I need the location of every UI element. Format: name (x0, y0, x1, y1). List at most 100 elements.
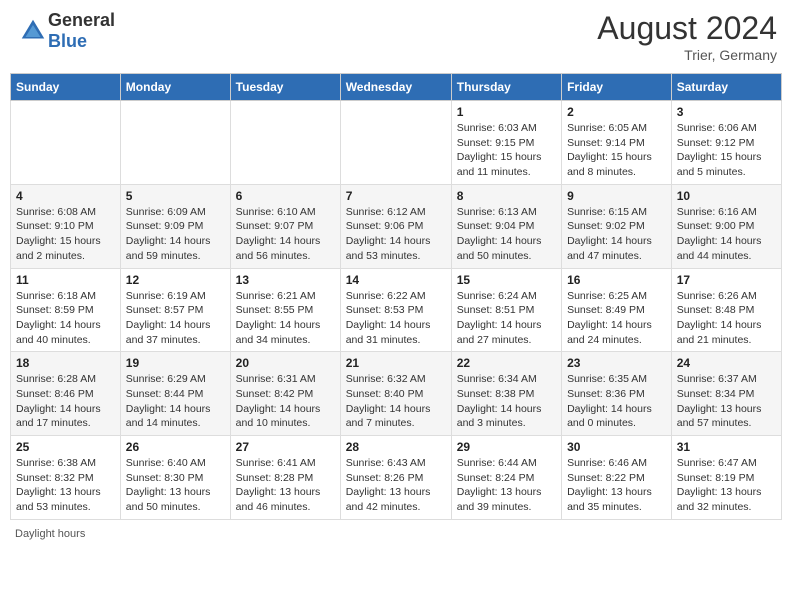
calendar-cell: 19Sunrise: 6:29 AMSunset: 8:44 PMDayligh… (120, 352, 230, 436)
day-info: Sunrise: 6:43 AMSunset: 8:26 PMDaylight:… (346, 456, 446, 515)
weekday-header-row: SundayMondayTuesdayWednesdayThursdayFrid… (11, 74, 782, 101)
day-number: 3 (677, 105, 776, 119)
calendar-week-2: 4 Sunrise: 6:08 AMSunset: 9:10 PMDaylight… (11, 184, 782, 268)
day-number: 31 (677, 440, 776, 454)
day-number: 13 (236, 273, 335, 287)
page-header: General Blue August 2024 Trier, Germany (10, 10, 782, 63)
day-number: 22 (457, 356, 556, 370)
calendar-cell: 2 Sunrise: 6:05 AMSunset: 9:14 PMDaylight… (562, 101, 672, 185)
day-number: 5 (126, 189, 225, 203)
calendar-cell: 14Sunrise: 6:22 AMSunset: 8:53 PMDayligh… (340, 268, 451, 352)
calendar-week-1: 1 Sunrise: 6:03 AMSunset: 9:15 PMDaylight… (11, 101, 782, 185)
generalblue-logo-icon (18, 16, 48, 46)
day-number: 7 (346, 189, 446, 203)
day-number: 2 (567, 105, 666, 119)
day-number: 18 (16, 356, 115, 370)
day-info: Sunrise: 6:26 AMSunset: 8:48 PMDaylight:… (677, 289, 776, 348)
day-info: Sunrise: 6:28 AMSunset: 8:46 PMDaylight:… (16, 372, 115, 431)
day-number: 23 (567, 356, 666, 370)
day-info: Sunrise: 6:06 AMSunset: 9:12 PMDaylight:… (677, 121, 776, 180)
day-info: Sunrise: 6:44 AMSunset: 8:24 PMDaylight:… (457, 456, 556, 515)
day-info: Sunrise: 6:03 AMSunset: 9:15 PMDaylight:… (457, 121, 556, 180)
calendar-cell: 9 Sunrise: 6:15 AMSunset: 9:02 PMDaylight… (562, 184, 672, 268)
day-info: Sunrise: 6:21 AMSunset: 8:55 PMDaylight:… (236, 289, 335, 348)
day-info: Sunrise: 6:05 AMSunset: 9:14 PMDaylight:… (567, 121, 666, 180)
calendar-cell: 27 Sunrise: 6:41 AMSunset: 8:28 PMDayligh… (230, 436, 340, 520)
calendar-cell: 7 Sunrise: 6:12 AMSunset: 9:06 PMDaylight… (340, 184, 451, 268)
calendar-cell: 8 Sunrise: 6:13 AMSunset: 9:04 PMDaylight… (451, 184, 561, 268)
day-number: 4 (16, 189, 115, 203)
calendar-cell: 6 Sunrise: 6:10 AMSunset: 9:07 PMDaylight… (230, 184, 340, 268)
day-number: 27 (236, 440, 335, 454)
day-number: 20 (236, 356, 335, 370)
calendar-cell: 26 Sunrise: 6:40 AMSunset: 8:30 PMDayligh… (120, 436, 230, 520)
day-number: 17 (677, 273, 776, 287)
day-info: Sunrise: 6:31 AMSunset: 8:42 PMDaylight:… (236, 372, 335, 431)
day-number: 11 (16, 273, 115, 287)
weekday-header-monday: Monday (120, 74, 230, 101)
calendar-cell (11, 101, 121, 185)
day-info: Sunrise: 6:12 AMSunset: 9:06 PMDaylight:… (346, 205, 446, 264)
logo-blue-text: Blue (48, 31, 87, 51)
calendar-cell: 23Sunrise: 6:35 AMSunset: 8:36 PMDayligh… (562, 352, 672, 436)
day-info: Sunrise: 6:13 AMSunset: 9:04 PMDaylight:… (457, 205, 556, 264)
calendar-cell: 5 Sunrise: 6:09 AMSunset: 9:09 PMDaylight… (120, 184, 230, 268)
day-number: 29 (457, 440, 556, 454)
day-info: Sunrise: 6:29 AMSunset: 8:44 PMDaylight:… (126, 372, 225, 431)
calendar-cell (120, 101, 230, 185)
logo-general-text: General (48, 10, 115, 30)
day-number: 25 (16, 440, 115, 454)
day-info: Sunrise: 6:32 AMSunset: 8:40 PMDaylight:… (346, 372, 446, 431)
day-number: 26 (126, 440, 225, 454)
calendar-cell: 3 Sunrise: 6:06 AMSunset: 9:12 PMDaylight… (671, 101, 781, 185)
calendar-cell: 25 Sunrise: 6:38 AMSunset: 8:32 PMDayligh… (11, 436, 121, 520)
day-info: Sunrise: 6:15 AMSunset: 9:02 PMDaylight:… (567, 205, 666, 264)
calendar-week-3: 11Sunrise: 6:18 AMSunset: 8:59 PMDayligh… (11, 268, 782, 352)
day-info: Sunrise: 6:40 AMSunset: 8:30 PMDaylight:… (126, 456, 225, 515)
day-info: Sunrise: 6:34 AMSunset: 8:38 PMDaylight:… (457, 372, 556, 431)
day-number: 30 (567, 440, 666, 454)
logo: General Blue (15, 10, 115, 52)
day-info: Sunrise: 6:10 AMSunset: 9:07 PMDaylight:… (236, 205, 335, 264)
weekday-header-friday: Friday (562, 74, 672, 101)
calendar-cell: 4 Sunrise: 6:08 AMSunset: 9:10 PMDaylight… (11, 184, 121, 268)
calendar-cell: 18 Sunrise: 6:28 AMSunset: 8:46 PMDayligh… (11, 352, 121, 436)
calendar-cell (230, 101, 340, 185)
calendar-week-4: 18 Sunrise: 6:28 AMSunset: 8:46 PMDayligh… (11, 352, 782, 436)
day-number: 12 (126, 273, 225, 287)
day-info: Sunrise: 6:09 AMSunset: 9:09 PMDaylight:… (126, 205, 225, 264)
calendar-cell: 29 Sunrise: 6:44 AMSunset: 8:24 PMDayligh… (451, 436, 561, 520)
day-info: Sunrise: 6:22 AMSunset: 8:53 PMDaylight:… (346, 289, 446, 348)
day-info: Sunrise: 6:08 AMSunset: 9:10 PMDaylight:… (16, 205, 115, 264)
day-info: Sunrise: 6:47 AMSunset: 8:19 PMDaylight:… (677, 456, 776, 515)
day-info: Sunrise: 6:38 AMSunset: 8:32 PMDaylight:… (16, 456, 115, 515)
calendar-cell: 31 Sunrise: 6:47 AMSunset: 8:19 PMDayligh… (671, 436, 781, 520)
day-info: Sunrise: 6:25 AMSunset: 8:49 PMDaylight:… (567, 289, 666, 348)
day-number: 1 (457, 105, 556, 119)
day-number: 6 (236, 189, 335, 203)
day-number: 10 (677, 189, 776, 203)
day-info: Sunrise: 6:19 AMSunset: 8:57 PMDaylight:… (126, 289, 225, 348)
footer-daylight-label: Daylight hours (10, 528, 782, 540)
day-number: 9 (567, 189, 666, 203)
calendar-cell: 10 Sunrise: 6:16 AMSunset: 9:00 PMDayligh… (671, 184, 781, 268)
calendar-cell: 17 Sunrise: 6:26 AMSunset: 8:48 PMDayligh… (671, 268, 781, 352)
day-info: Sunrise: 6:37 AMSunset: 8:34 PMDaylight:… (677, 372, 776, 431)
day-info: Sunrise: 6:46 AMSunset: 8:22 PMDaylight:… (567, 456, 666, 515)
calendar-cell: 24Sunrise: 6:37 AMSunset: 8:34 PMDayligh… (671, 352, 781, 436)
calendar-cell: 12 Sunrise: 6:19 AMSunset: 8:57 PMDayligh… (120, 268, 230, 352)
day-info: Sunrise: 6:16 AMSunset: 9:00 PMDaylight:… (677, 205, 776, 264)
location-subtitle: Trier, Germany (597, 47, 777, 63)
day-info: Sunrise: 6:41 AMSunset: 8:28 PMDaylight:… (236, 456, 335, 515)
day-number: 15 (457, 273, 556, 287)
weekday-header-sunday: Sunday (11, 74, 121, 101)
calendar-cell: 16Sunrise: 6:25 AMSunset: 8:49 PMDayligh… (562, 268, 672, 352)
day-number: 8 (457, 189, 556, 203)
calendar-cell: 1 Sunrise: 6:03 AMSunset: 9:15 PMDaylight… (451, 101, 561, 185)
calendar-table: SundayMondayTuesdayWednesdayThursdayFrid… (10, 73, 782, 520)
calendar-week-5: 25 Sunrise: 6:38 AMSunset: 8:32 PMDayligh… (11, 436, 782, 520)
calendar-cell: 30 Sunrise: 6:46 AMSunset: 8:22 PMDayligh… (562, 436, 672, 520)
day-number: 21 (346, 356, 446, 370)
calendar-cell: 15Sunrise: 6:24 AMSunset: 8:51 PMDayligh… (451, 268, 561, 352)
calendar-cell: 13 Sunrise: 6:21 AMSunset: 8:55 PMDayligh… (230, 268, 340, 352)
